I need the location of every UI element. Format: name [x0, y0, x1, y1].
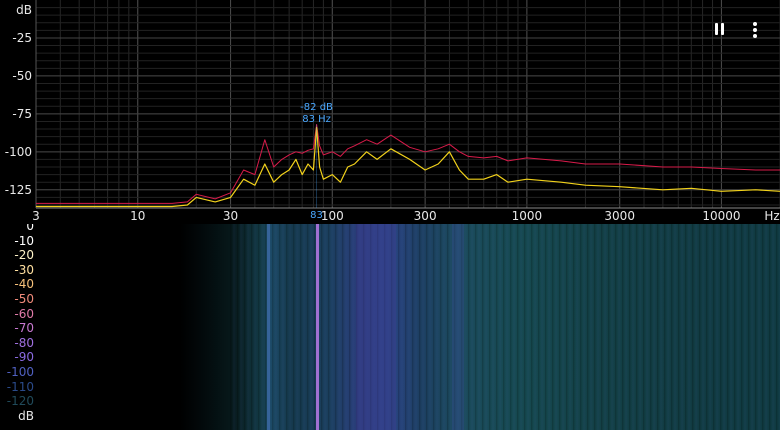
x-tick-label: 30 [222, 209, 239, 223]
spectrogram-scale-label: -20 [14, 248, 34, 263]
x-tick-label: 100 [320, 209, 344, 223]
spectrogram-scale-label: -10 [14, 233, 34, 248]
spectrogram-scale-label: -90 [14, 350, 34, 365]
spectrogram-peak-cursor [315, 224, 319, 430]
spectrogram-scale-label: -120 [6, 394, 34, 409]
peak-db-label: -82 dB [300, 102, 333, 113]
spectrogram-scale-label: -40 [14, 277, 34, 292]
spectrogram-scale-label: -80 [14, 335, 34, 350]
spectrogram-noise [230, 224, 780, 430]
spectrogram-waterfall[interactable]: 0 -10 -20 -30 -40 -50 -60 -70 -80 -90 -100 -110 -120… [0, 224, 780, 430]
x-axis-unit-label: Hz [764, 209, 780, 223]
x-tick-label: 300 [413, 209, 437, 223]
grid [35, 0, 780, 209]
x-tick-label: 1000 [511, 209, 543, 223]
spectrogram-scale-label: -110 [6, 379, 34, 394]
pause-button[interactable] [709, 19, 731, 41]
x-tick-label: 10000 [702, 209, 741, 223]
spectrogram-band-450hz [452, 224, 464, 430]
spectrogram-line-45hz [267, 224, 270, 430]
spectrogram-scale-label: -100 [6, 365, 34, 379]
x-tick-label: 3000 [604, 209, 635, 223]
y-tick-label: -100 [4, 144, 32, 159]
spectrogram-scale-label: -30 [14, 262, 34, 277]
frequency-spectrum-plot[interactable]: dB -25 -50 -75 -100 -125 3 10 30 100 300 1000 3000… [0, 0, 780, 224]
y-tick-label: -125 [4, 182, 32, 197]
spectrogram-scale-label: -70 [14, 321, 34, 336]
y-tick-label: -50 [12, 68, 32, 83]
spectrum-svg [35, 0, 780, 209]
spectrogram-band-200hz [356, 224, 396, 430]
y-axis-unit-label: dB [16, 3, 32, 17]
spectrogram-scale-label: dB [18, 408, 34, 423]
peak-cursor-label: 83 [310, 210, 323, 221]
x-tick-label: 10 [130, 209, 146, 223]
y-tick-label: -75 [12, 106, 32, 121]
spectrum-analyzer-app: dB -25 -50 -75 -100 -125 3 10 30 100 300 1000 3000… [0, 0, 780, 430]
peak-hz-label: 83 Hz [302, 114, 331, 125]
spectrogram-scale-label: -60 [14, 306, 34, 321]
x-tick-label: 3 [32, 209, 40, 223]
y-tick-label: -25 [12, 30, 32, 45]
spectrogram-scale-label: 0 [26, 224, 34, 233]
more-options-button[interactable] [744, 19, 766, 41]
spectrogram-scale-label: -50 [14, 292, 34, 306]
